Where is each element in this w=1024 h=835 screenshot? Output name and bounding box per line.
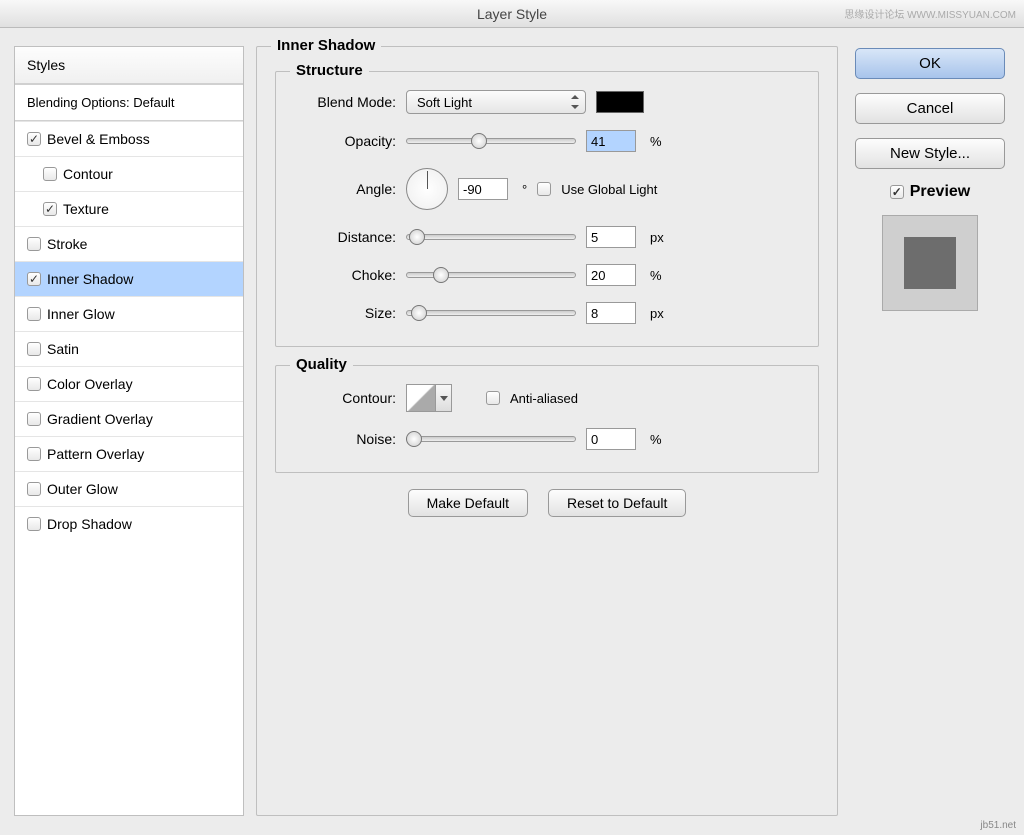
noise-input[interactable] xyxy=(586,428,636,450)
sidebar-item-label: Inner Glow xyxy=(47,306,115,322)
watermark-top: 思缘设计论坛 WWW.MISSYUAN.COM xyxy=(844,6,1016,21)
choke-input[interactable] xyxy=(586,264,636,286)
sidebar-checkbox[interactable] xyxy=(27,237,41,251)
noise-unit: % xyxy=(650,432,662,447)
layer-style-window: Layer Style 思缘设计论坛 WWW.MISSYUAN.COM Styl… xyxy=(0,0,1024,835)
size-label: Size: xyxy=(290,305,396,321)
sidebar-item-bevel-emboss[interactable]: Bevel & Emboss xyxy=(15,121,243,156)
noise-label: Noise: xyxy=(290,431,396,447)
sidebar-item-label: Satin xyxy=(47,341,79,357)
sidebar-item-label: Outer Glow xyxy=(47,481,118,497)
angle-dial[interactable] xyxy=(406,168,448,210)
opacity-slider[interactable] xyxy=(406,131,576,151)
sidebar-item-inner-shadow[interactable]: Inner Shadow xyxy=(15,261,243,296)
sidebar-item-label: Contour xyxy=(63,166,113,182)
sidebar-item-gradient-overlay[interactable]: Gradient Overlay xyxy=(15,401,243,436)
use-global-light-label: Use Global Light xyxy=(561,182,657,197)
size-slider[interactable] xyxy=(406,303,576,323)
sidebar-item-label: Drop Shadow xyxy=(47,516,132,532)
structure-title: Structure xyxy=(290,62,369,79)
quality-group: Quality Contour: Anti-aliased Noise: xyxy=(275,365,819,473)
watermark-bottom: jb51.net xyxy=(980,820,1016,831)
quality-title: Quality xyxy=(290,356,353,373)
sidebar-item-label: Pattern Overlay xyxy=(47,446,144,462)
shadow-color-swatch[interactable] xyxy=(596,91,644,113)
distance-unit: px xyxy=(650,230,664,245)
sidebar-item-stroke[interactable]: Stroke xyxy=(15,226,243,261)
choke-slider[interactable] xyxy=(406,265,576,285)
sidebar-checkbox[interactable] xyxy=(27,307,41,321)
size-input[interactable] xyxy=(586,302,636,324)
sidebar-item-label: Stroke xyxy=(47,236,87,252)
cancel-button[interactable]: Cancel xyxy=(855,93,1005,124)
styles-sidebar: Styles Blending Options: Default Bevel &… xyxy=(14,46,244,816)
sidebar-item-label: Gradient Overlay xyxy=(47,411,153,427)
angle-input[interactable] xyxy=(458,178,508,200)
opacity-label: Opacity: xyxy=(290,133,396,149)
contour-picker[interactable] xyxy=(406,384,436,412)
blend-mode-select[interactable]: Soft Light xyxy=(406,90,586,114)
opacity-input[interactable] xyxy=(586,130,636,152)
reset-default-button[interactable]: Reset to Default xyxy=(548,489,686,517)
anti-aliased-label: Anti-aliased xyxy=(510,391,578,406)
sidebar-checkbox[interactable] xyxy=(27,517,41,531)
opacity-unit: % xyxy=(650,134,662,149)
sidebar-item-contour[interactable]: Contour xyxy=(15,156,243,191)
preview-checkbox[interactable] xyxy=(890,185,904,199)
use-global-light-checkbox[interactable] xyxy=(537,182,551,196)
noise-slider[interactable] xyxy=(406,429,576,449)
sidebar-item-color-overlay[interactable]: Color Overlay xyxy=(15,366,243,401)
sidebar-checkbox[interactable] xyxy=(27,132,41,146)
blending-options[interactable]: Blending Options: Default xyxy=(15,84,243,121)
sidebar-checkbox[interactable] xyxy=(27,412,41,426)
distance-label: Distance: xyxy=(290,229,396,245)
sidebar-item-label: Color Overlay xyxy=(47,376,133,392)
sidebar-checkbox[interactable] xyxy=(27,447,41,461)
distance-input[interactable] xyxy=(586,226,636,248)
size-unit: px xyxy=(650,306,664,321)
preview-thumbnail xyxy=(882,215,978,311)
sidebar-item-satin[interactable]: Satin xyxy=(15,331,243,366)
make-default-button[interactable]: Make Default xyxy=(408,489,528,517)
panel-title: Inner Shadow xyxy=(271,37,381,54)
sidebar-checkbox[interactable] xyxy=(27,482,41,496)
sidebar-item-label: Bevel & Emboss xyxy=(47,131,150,147)
right-panel: OK Cancel New Style... Preview xyxy=(850,46,1010,817)
sidebar-checkbox[interactable] xyxy=(27,342,41,356)
inner-shadow-panel: Inner Shadow Structure Blend Mode: Soft … xyxy=(256,46,838,816)
sidebar-header[interactable]: Styles xyxy=(15,47,243,84)
preview-label: Preview xyxy=(910,183,970,201)
blend-mode-label: Blend Mode: xyxy=(290,94,396,110)
structure-group: Structure Blend Mode: Soft Light Opacity… xyxy=(275,71,819,347)
contour-label: Contour: xyxy=(290,390,396,406)
sidebar-checkbox[interactable] xyxy=(27,377,41,391)
angle-label: Angle: xyxy=(290,181,396,197)
ok-button[interactable]: OK xyxy=(855,48,1005,79)
preview-swatch xyxy=(904,237,956,289)
sidebar-item-label: Inner Shadow xyxy=(47,271,133,287)
main-panel: Inner Shadow Structure Blend Mode: Soft … xyxy=(256,46,838,817)
contour-dropdown-icon[interactable] xyxy=(436,384,452,412)
new-style-button[interactable]: New Style... xyxy=(855,138,1005,169)
anti-aliased-checkbox[interactable] xyxy=(486,391,500,405)
choke-unit: % xyxy=(650,268,662,283)
angle-unit: ° xyxy=(522,182,527,197)
sidebar-checkbox[interactable] xyxy=(43,167,57,181)
sidebar-item-texture[interactable]: Texture xyxy=(15,191,243,226)
sidebar-checkbox[interactable] xyxy=(43,202,57,216)
distance-slider[interactable] xyxy=(406,227,576,247)
sidebar-item-label: Texture xyxy=(63,201,109,217)
sidebar-item-drop-shadow[interactable]: Drop Shadow xyxy=(15,506,243,541)
choke-label: Choke: xyxy=(290,267,396,283)
sidebar-checkbox[interactable] xyxy=(27,272,41,286)
sidebar-item-pattern-overlay[interactable]: Pattern Overlay xyxy=(15,436,243,471)
sidebar-item-outer-glow[interactable]: Outer Glow xyxy=(15,471,243,506)
sidebar-item-inner-glow[interactable]: Inner Glow xyxy=(15,296,243,331)
